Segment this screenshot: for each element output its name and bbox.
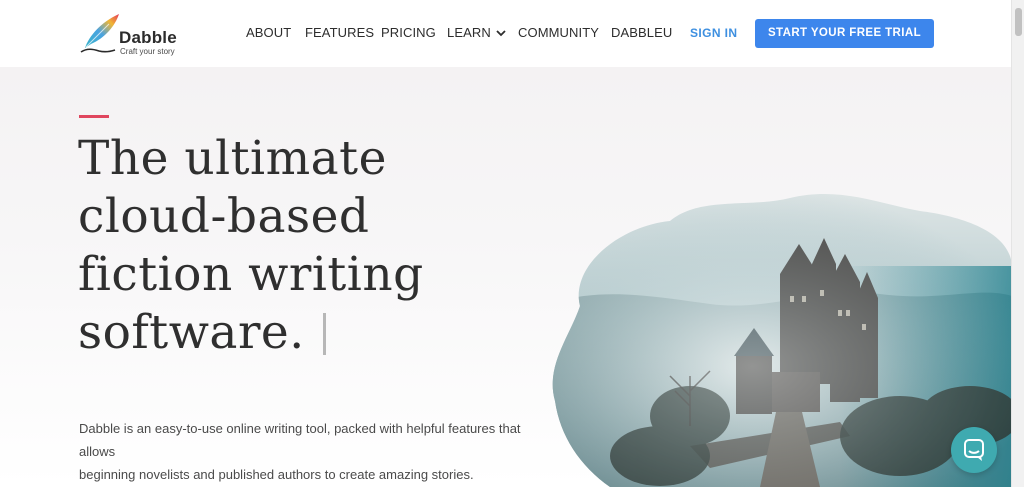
headline-line: The ultimate	[78, 131, 387, 186]
page-scrollbar[interactable]	[1011, 0, 1024, 487]
brand-name: Dabble	[119, 28, 177, 47]
hero-description: Dabble is an easy-to-use online writing …	[79, 417, 559, 486]
brand-tagline: Craft your story	[120, 47, 175, 56]
nav-item-learn-label: LEARN	[447, 25, 491, 40]
headline-line: cloud-based	[78, 189, 370, 244]
brand-logo[interactable]: Dabble Craft your story	[79, 12, 189, 56]
chat-launcher-button[interactable]	[951, 427, 997, 473]
chevron-down-icon	[496, 30, 506, 37]
hero-headline: The ultimate cloud-based fiction writing…	[78, 130, 548, 362]
scrollbar-thumb[interactable]	[1015, 8, 1022, 36]
nav-item-community[interactable]: COMMUNITY	[518, 25, 599, 40]
nav-item-learn[interactable]: LEARN	[447, 25, 506, 40]
nav-item-dabbleu[interactable]: DABBLEU	[611, 25, 672, 40]
chat-bubble-icon	[964, 439, 984, 461]
headline-line: software.	[78, 305, 305, 360]
nav-item-pricing[interactable]: PRICING	[381, 25, 436, 40]
nav-item-about[interactable]: ABOUT	[246, 25, 291, 40]
castle-illustration	[552, 193, 1011, 487]
quill-feather-icon	[80, 14, 119, 53]
accent-bar	[79, 115, 109, 118]
start-free-trial-button[interactable]: START YOUR FREE TRIAL	[755, 19, 934, 48]
description-line: Dabble is an easy-to-use online writing …	[79, 421, 521, 459]
site-header: Dabble Craft your story ABOUT FEATURES P…	[0, 0, 1011, 67]
description-line: beginning novelists and published author…	[79, 467, 474, 482]
page: Dabble Craft your story ABOUT FEATURES P…	[0, 0, 1011, 487]
headline-line: fiction writing	[78, 247, 424, 302]
nav-item-features[interactable]: FEATURES	[305, 25, 374, 40]
typing-caret	[323, 313, 326, 355]
sign-in-link[interactable]: SIGN IN	[690, 26, 737, 40]
